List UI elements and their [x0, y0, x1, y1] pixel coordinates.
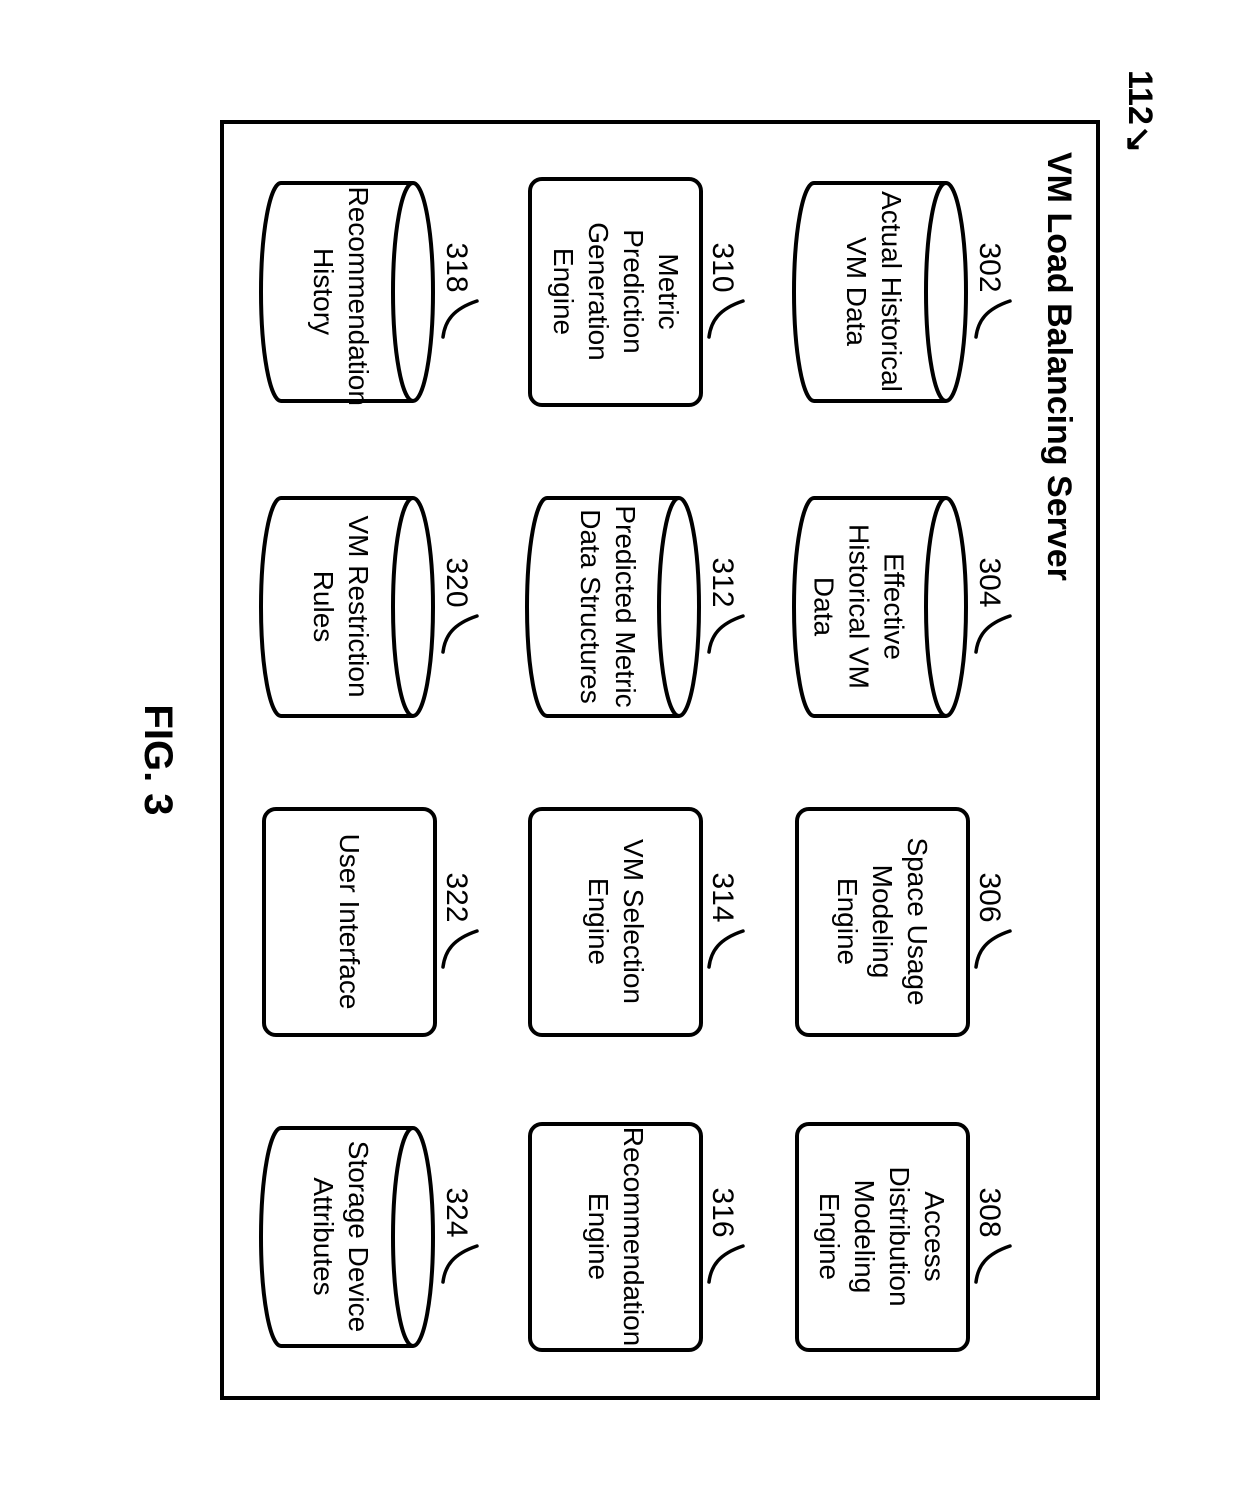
ref-number: 314: [705, 872, 739, 922]
outer-reference-label: 112↘: [1120, 70, 1160, 153]
component-312: 312 Predicted Metric Data Structures: [513, 479, 750, 734]
component-label: VM Restriction Rules: [306, 492, 376, 722]
diagram: 112↘ VM Load Balancing Server 302: [90, 70, 1150, 1450]
ref-row: 308: [972, 1187, 1016, 1285]
engine-shape: User Interface: [262, 807, 437, 1037]
leader-line-icon: [705, 297, 747, 341]
ref-number: 302: [972, 242, 1006, 292]
ref-number: 320: [439, 557, 473, 607]
ref-number: 310: [705, 242, 739, 292]
server-title: VM Load Balancing Server: [1039, 152, 1078, 581]
component-308: 308 Access Distribution Modeling Engine: [779, 1109, 1016, 1364]
ref-row: 316: [705, 1187, 749, 1285]
ref-number: 312: [705, 557, 739, 607]
ref-row: 306: [972, 872, 1016, 970]
component-label: Recommendation History: [306, 177, 376, 407]
component-label: Effective Historical VM Data: [807, 492, 912, 722]
component-304: 304 Effective Historical VM Data: [779, 479, 1016, 734]
ref-row: 324: [439, 1187, 483, 1285]
ref-row: 304: [972, 557, 1016, 655]
ref-number: 322: [439, 872, 473, 922]
component-label: Predicted Metric Data Structures: [573, 492, 643, 722]
engine-shape: Metric Prediction Generation Engine: [528, 177, 703, 407]
datastore-shape: VM Restriction Rules: [257, 492, 437, 722]
leader-line-icon: [439, 612, 481, 656]
arrow-icon: ↘: [1119, 125, 1157, 154]
ref-number: 304: [972, 557, 1006, 607]
component-310: 310 Metric Prediction Generation Engine: [513, 164, 750, 419]
datastore-shape: Recommendation History: [257, 177, 437, 407]
component-324: 324 Storage Device Attributes: [246, 1109, 483, 1364]
leader-line-icon: [705, 1242, 747, 1286]
engine-shape: Access Distribution Modeling Engine: [795, 1122, 970, 1352]
ref-row: 314: [705, 872, 749, 970]
ref-row: 322: [439, 872, 483, 970]
component-label: User Interface: [332, 834, 367, 1010]
leader-line-icon: [439, 297, 481, 341]
component-314: 314 VM Selection Engine: [513, 794, 750, 1049]
engine-shape: VM Selection Engine: [528, 807, 703, 1037]
datastore-shape: Actual Historical VM Data: [790, 177, 970, 407]
ref-number: 306: [972, 872, 1006, 922]
component-318: 318 Recommendation History: [246, 164, 483, 419]
engine-shape: Space Usage Modeling Engine: [795, 807, 970, 1037]
ref-number: 324: [439, 1187, 473, 1237]
ref-row: 318: [439, 242, 483, 340]
component-316: 316 Recommendation Engine: [513, 1109, 750, 1364]
datastore-shape: Predicted Metric Data Structures: [523, 492, 703, 722]
engine-shape: Recommendation Engine: [528, 1122, 703, 1352]
component-label: VM Selection Engine: [581, 819, 651, 1025]
ref-row: 302: [972, 242, 1016, 340]
leader-line-icon: [439, 927, 481, 971]
leader-line-icon: [972, 1242, 1014, 1286]
outer-reference-number: 112: [1121, 70, 1159, 125]
leader-line-icon: [972, 297, 1014, 341]
component-label: Metric Prediction Generation Engine: [546, 189, 686, 395]
component-label: Storage Device Attributes: [306, 1122, 376, 1352]
component-grid: 302 Actual Historical VM Data: [246, 164, 1016, 1364]
leader-line-icon: [705, 927, 747, 971]
component-label: Space Usage Modeling Engine: [830, 819, 935, 1025]
leader-line-icon: [439, 1242, 481, 1286]
ref-number: 316: [705, 1187, 739, 1237]
ref-row: 310: [705, 242, 749, 340]
component-322: 322 User Interface: [246, 794, 483, 1049]
component-302: 302 Actual Historical VM Data: [779, 164, 1016, 419]
leader-line-icon: [972, 612, 1014, 656]
component-label: Actual Historical VM Data: [839, 177, 909, 407]
component-label: Access Distribution Modeling Engine: [813, 1134, 953, 1340]
leader-line-icon: [972, 927, 1014, 971]
component-label: Recommendation Engine: [581, 1127, 651, 1346]
canvas: 112↘ VM Load Balancing Server 302: [0, 0, 1240, 1506]
ref-row: 320: [439, 557, 483, 655]
figure-caption: FIG. 3: [135, 70, 180, 1450]
ref-number: 318: [439, 242, 473, 292]
component-306: 306 Space Usage Modeling Engine: [779, 794, 1016, 1049]
component-320: 320 VM Restriction Rules: [246, 479, 483, 734]
leader-line-icon: [705, 612, 747, 656]
datastore-shape: Effective Historical VM Data: [790, 492, 970, 722]
ref-row: 312: [705, 557, 749, 655]
server-box: VM Load Balancing Server 302: [220, 120, 1100, 1400]
ref-number: 308: [972, 1187, 1006, 1237]
datastore-shape: Storage Device Attributes: [257, 1122, 437, 1352]
